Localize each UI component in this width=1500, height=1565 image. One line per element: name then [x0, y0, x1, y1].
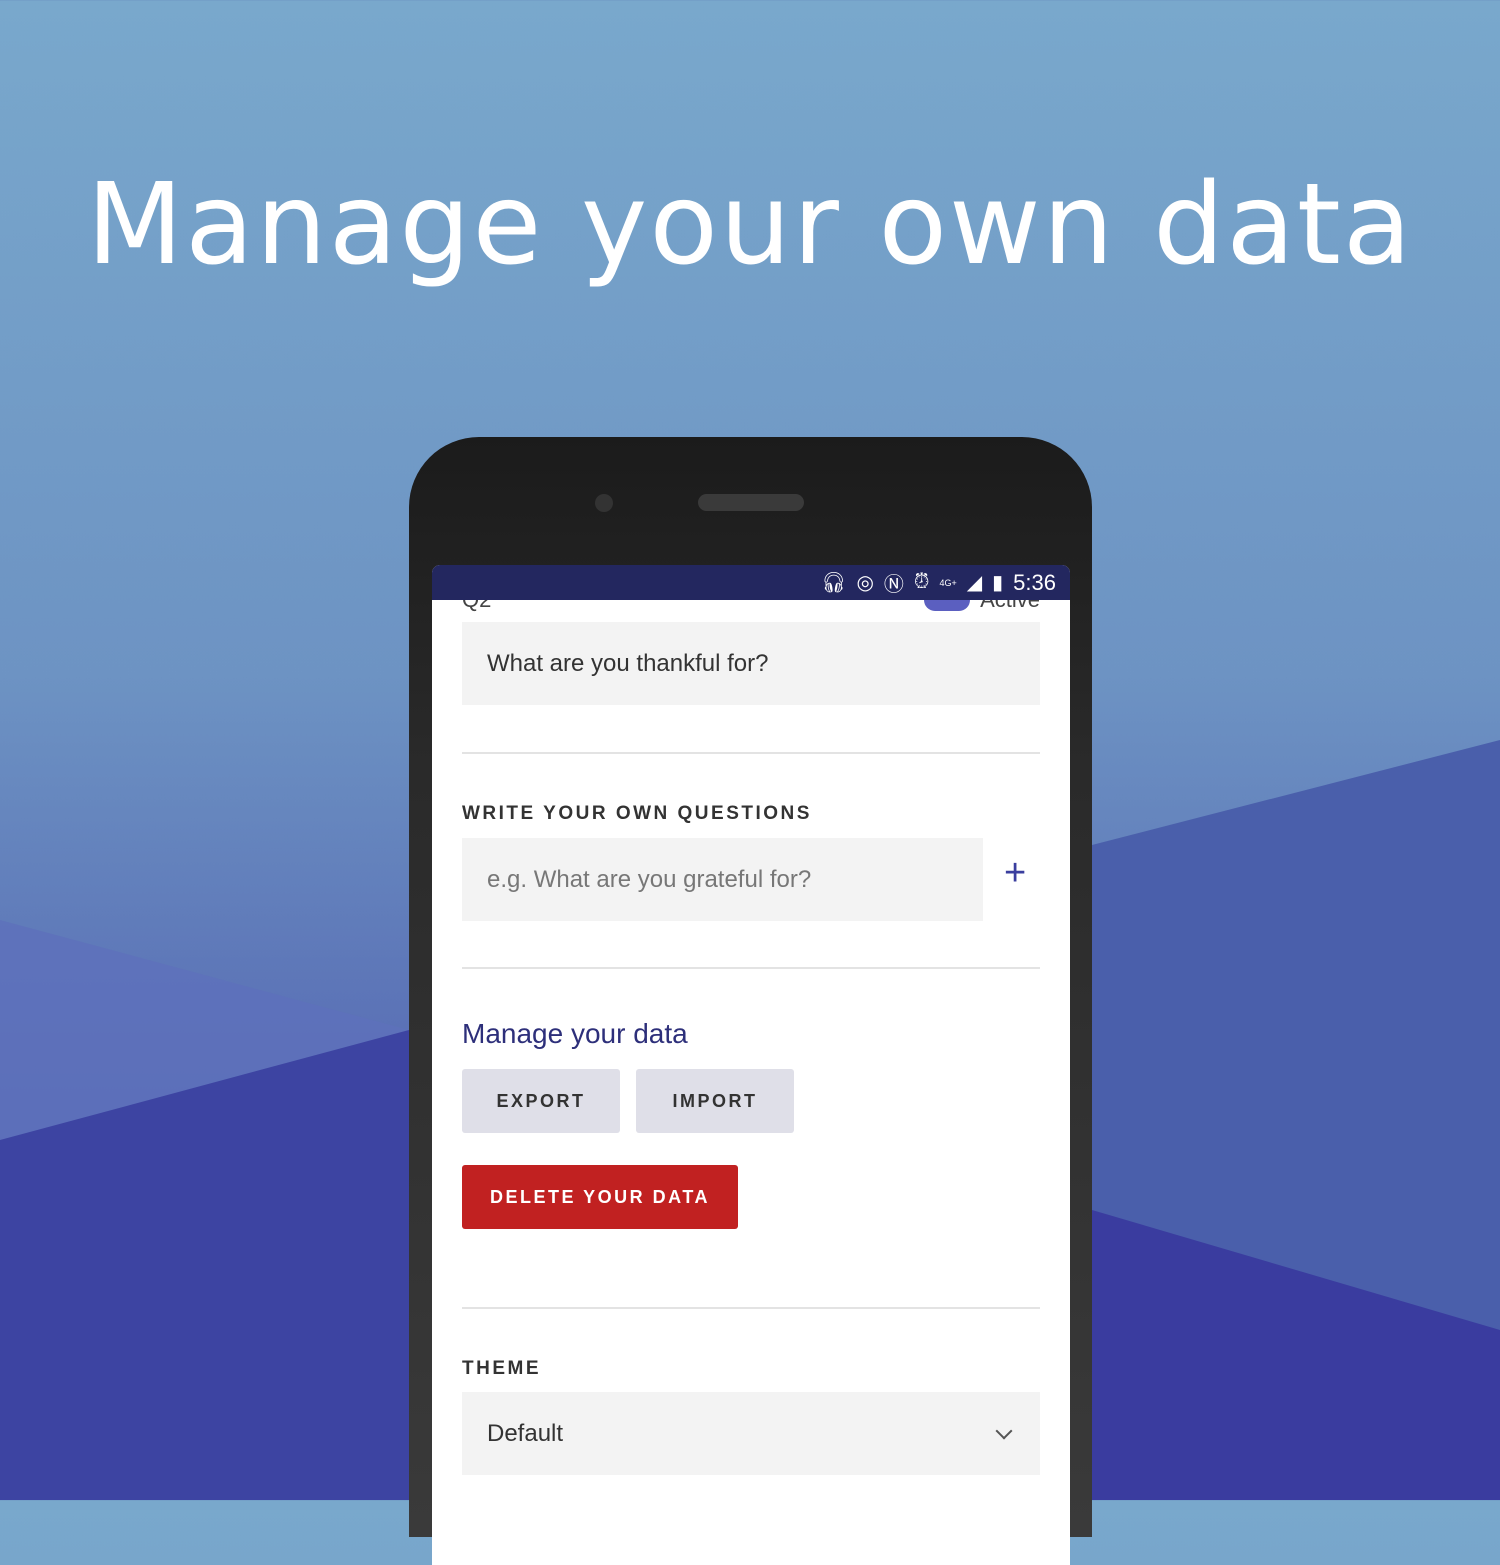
alarm-icon: ⏰︎ [913, 571, 930, 593]
custom-questions-heading: WRITE YOUR OWN QUESTIONS [462, 803, 812, 824]
signal-icon: ◢ [966, 572, 983, 594]
battery-icon: ▮ [992, 572, 1004, 594]
divider [462, 967, 1040, 969]
headphones-icon: 🎧︎ [821, 572, 847, 594]
status-bar: 🎧︎ ◎ Ⓝ ⏰︎ 4G+ ◢ ▮ 5:36 [432, 565, 1070, 600]
clock: 5:36 [1013, 569, 1056, 595]
speaker [698, 494, 804, 511]
export-button[interactable]: EXPORT [462, 1069, 620, 1133]
theme-heading: THEME [462, 1358, 541, 1379]
theme-value: Default [487, 1419, 564, 1447]
headline: Manage your own data [86, 160, 1414, 290]
hotspot-icon: ◎ [856, 572, 874, 594]
delete-data-button[interactable]: DELETE YOUR DATA [462, 1165, 738, 1229]
custom-question-input[interactable]: e.g. What are you grateful for? [462, 838, 983, 921]
manage-data-heading: Manage your data [462, 1018, 688, 1049]
import-button[interactable]: IMPORT [636, 1069, 794, 1133]
phone-frame: 🎧︎ ◎ Ⓝ ⏰︎ 4G+ ◢ ▮ 5:36 Q2 Active What ar… [409, 437, 1092, 1565]
question-input[interactable]: What are you thankful for? [462, 622, 1040, 705]
nfc-icon: Ⓝ [883, 574, 904, 596]
divider [462, 1307, 1040, 1309]
theme-select[interactable]: Default [462, 1392, 1040, 1475]
camera [595, 494, 613, 512]
add-question-button[interactable]: + [1004, 852, 1026, 895]
divider [462, 752, 1040, 754]
chevron-down-icon [995, 1422, 1013, 1439]
network-type: 4G+ [939, 577, 957, 588]
app-screen: 🎧︎ ◎ Ⓝ ⏰︎ 4G+ ◢ ▮ 5:36 Q2 Active What ar… [432, 565, 1070, 1565]
